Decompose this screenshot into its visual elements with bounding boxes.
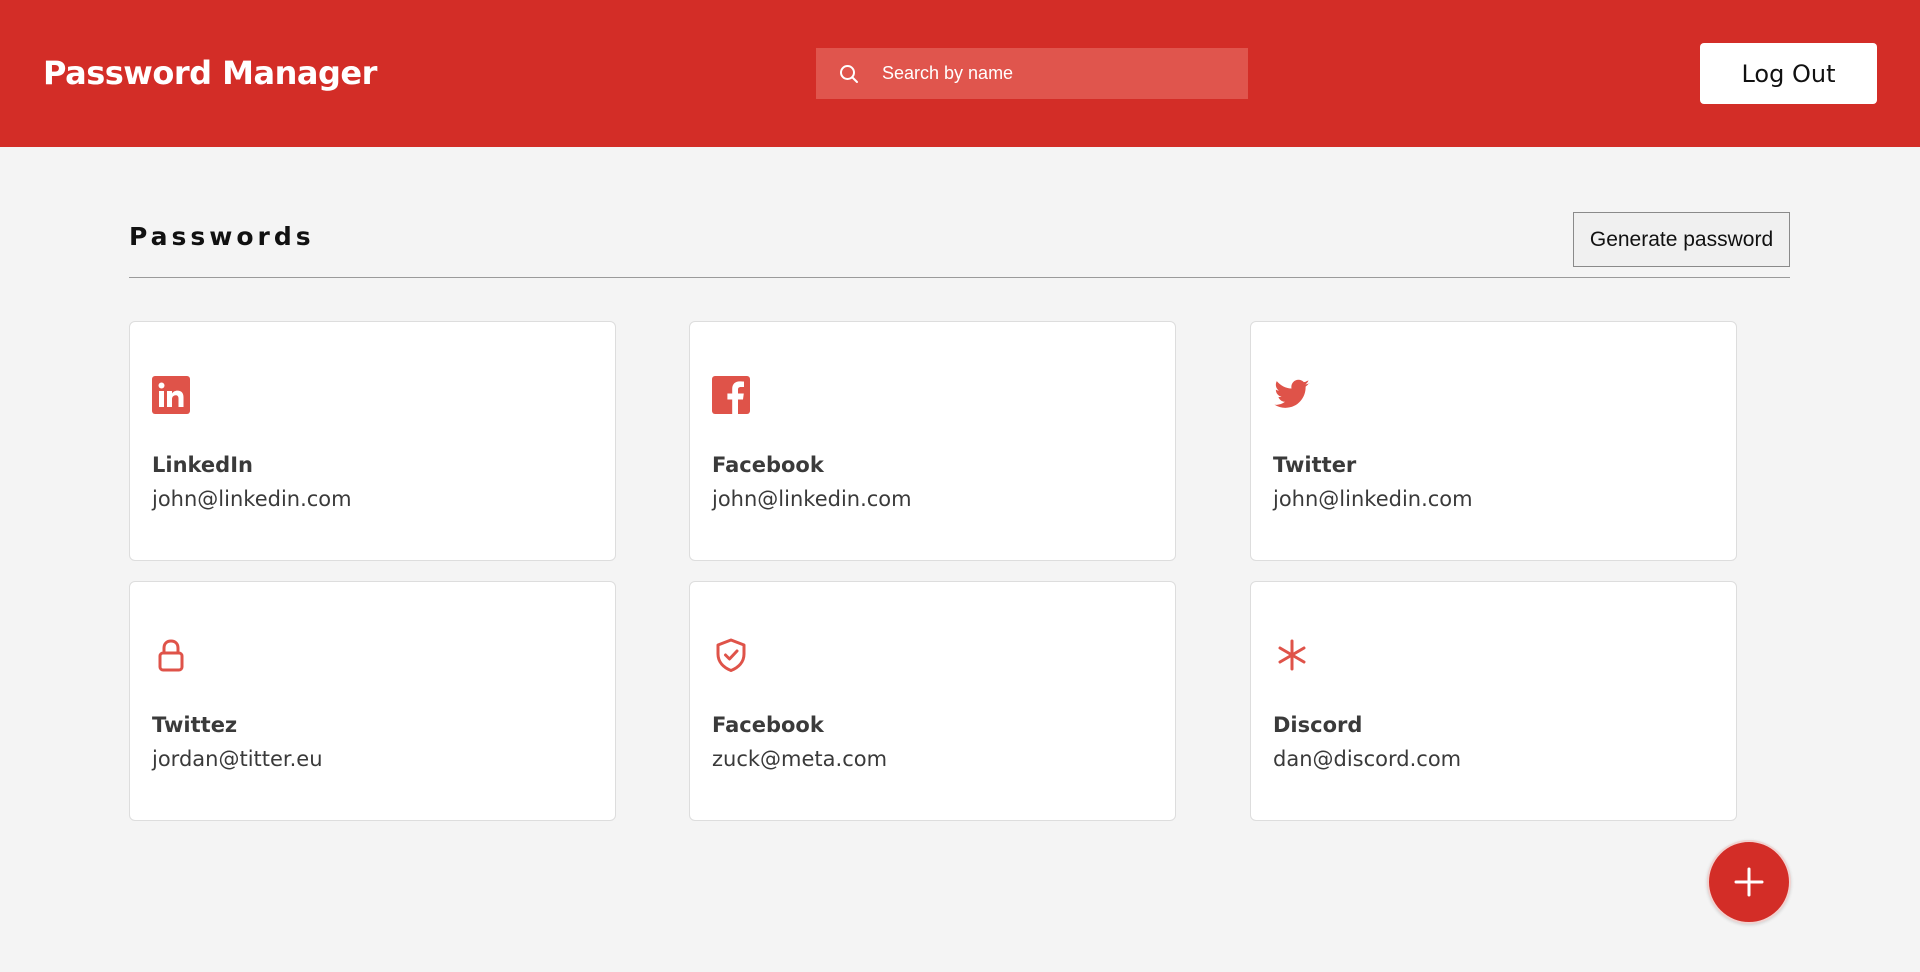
card-name: LinkedIn [152, 453, 253, 477]
card-name: Discord [1273, 713, 1363, 737]
password-card[interactable]: Discord dan@discord.com [1250, 581, 1737, 821]
card-email: john@linkedin.com [712, 487, 912, 511]
card-email: john@linkedin.com [152, 487, 352, 511]
shield-check-icon [712, 636, 750, 674]
card-email: john@linkedin.com [1273, 487, 1473, 511]
card-email: dan@discord.com [1273, 747, 1462, 771]
app-title: Password Manager [43, 54, 377, 92]
add-password-button[interactable] [1707, 840, 1791, 924]
search-box[interactable] [816, 48, 1248, 99]
logout-button[interactable]: Log Out [1700, 43, 1877, 104]
lock-icon [152, 636, 190, 674]
generate-password-button[interactable]: Generate password [1573, 212, 1790, 267]
password-card[interactable]: Facebook zuck@meta.com [689, 581, 1176, 821]
card-email: zuck@meta.com [712, 747, 888, 771]
search-icon [838, 63, 860, 85]
asterisk-icon [1273, 636, 1311, 674]
app-header: Password Manager Log Out [0, 0, 1920, 147]
password-card[interactable]: Twitter john@linkedin.com [1250, 321, 1737, 561]
divider [129, 277, 1790, 278]
password-card[interactable]: LinkedIn john@linkedin.com [129, 321, 616, 561]
password-card[interactable]: Facebook john@linkedin.com [689, 321, 1176, 561]
card-name: Facebook [712, 713, 824, 737]
card-name: Facebook [712, 453, 824, 477]
page-title: Passwords [129, 222, 315, 251]
card-email: jordan@titter.eu [152, 747, 323, 771]
card-name: Twittez [152, 713, 238, 737]
card-name: Twitter [1273, 453, 1357, 477]
facebook-icon [712, 376, 750, 414]
plus-icon [1732, 865, 1766, 899]
twitter-icon [1273, 376, 1311, 414]
password-card[interactable]: Twittez jordan@titter.eu [129, 581, 616, 821]
linkedin-icon [152, 376, 190, 414]
search-input[interactable] [880, 53, 1240, 94]
